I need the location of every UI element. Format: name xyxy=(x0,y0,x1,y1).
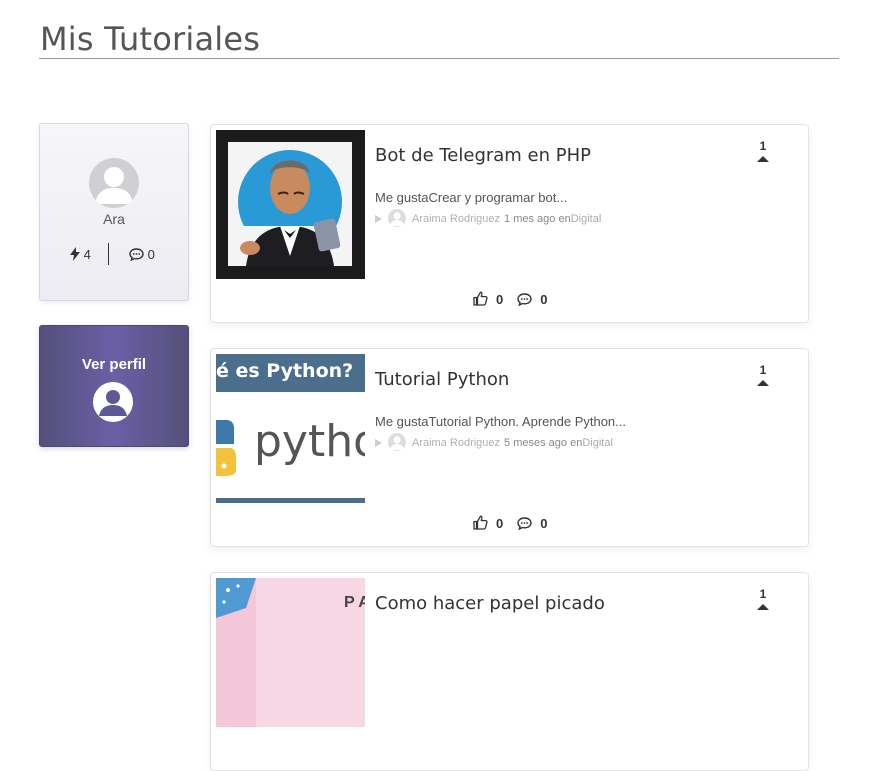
post-category[interactable]: Digital xyxy=(571,213,602,225)
view-profile-button[interactable]: Ver perfil xyxy=(39,325,189,447)
author-avatar[interactable] xyxy=(388,433,406,451)
vote-count: 1 xyxy=(759,587,767,601)
post-thumbnail[interactable]: é es Python? pytho xyxy=(216,354,365,503)
caret-up-icon[interactable] xyxy=(757,604,769,610)
thumbs-up-icon[interactable] xyxy=(473,515,496,531)
title-divider xyxy=(39,58,839,59)
post-title[interactable]: Como hacer papel picado xyxy=(375,593,605,614)
thumbnail-heading: é es Python? xyxy=(216,360,354,382)
comment-count: 0 xyxy=(540,516,548,531)
comment-icon[interactable] xyxy=(517,516,540,531)
caret-up-icon[interactable] xyxy=(757,380,769,386)
points-stat: 4 xyxy=(70,247,91,262)
like-count: 0 xyxy=(496,516,504,531)
avatar[interactable] xyxy=(89,158,139,208)
vote-count: 1 xyxy=(759,363,767,377)
profile-name[interactable]: Ara xyxy=(40,211,188,227)
caret-up-icon[interactable] xyxy=(757,156,769,162)
comment-icon xyxy=(129,247,148,262)
play-icon xyxy=(375,215,382,223)
post-thumbnail[interactable] xyxy=(216,130,365,279)
like-count: 0 xyxy=(496,292,504,307)
post-time: 5 meses ago en xyxy=(504,436,583,449)
author-name[interactable]: Araima Rodriguez xyxy=(412,213,500,225)
vote-count: 1 xyxy=(759,139,767,153)
profile-card: Ara 4 0 xyxy=(39,123,189,301)
comment-count: 0 xyxy=(540,292,548,307)
comments-stat: 0 xyxy=(129,247,155,262)
comments-count: 0 xyxy=(147,247,155,262)
post-card[interactable]: P A Como hacer papel picado 1 xyxy=(210,572,809,771)
post-excerpt: Me gustaCrear y programar bot... xyxy=(375,190,568,205)
bolt-icon xyxy=(70,247,84,262)
points-count: 4 xyxy=(83,247,91,262)
vote-widget: 1 xyxy=(757,139,769,162)
post-card[interactable]: Bot de Telegram en PHP Me gustaCrear y p… xyxy=(210,124,809,323)
thumbnail-logo-text: pytho xyxy=(254,416,365,467)
page-title: Mis Tutoriales xyxy=(40,20,261,58)
post-category[interactable]: Digital xyxy=(582,437,613,449)
post-card[interactable]: é es Python? pytho Tutorial Python Me gu… xyxy=(210,348,809,547)
author-avatar[interactable] xyxy=(388,209,406,227)
thumbnail-text: P A xyxy=(344,594,365,611)
vote-widget: 1 xyxy=(757,587,769,610)
play-icon xyxy=(375,439,382,447)
post-meta: Araima Rodriguez 1 mes ago enDigital xyxy=(375,209,602,230)
post-actions: 00 xyxy=(473,515,547,531)
profile-stats: 4 0 xyxy=(40,243,188,267)
post-excerpt: Me gustaTutorial Python. Aprende Python.… xyxy=(375,414,626,429)
stats-divider xyxy=(108,243,109,265)
post-time: 1 mes ago en xyxy=(504,212,571,225)
post-title[interactable]: Bot de Telegram en PHP xyxy=(375,145,591,166)
vote-widget: 1 xyxy=(757,363,769,386)
thumbs-up-icon[interactable] xyxy=(473,291,496,307)
view-profile-label: Ver perfil xyxy=(81,356,147,373)
author-name[interactable]: Araima Rodriguez xyxy=(412,437,500,449)
post-title[interactable]: Tutorial Python xyxy=(375,369,509,390)
post-actions: 00 xyxy=(473,291,547,307)
post-thumbnail[interactable]: P A xyxy=(216,578,365,727)
comment-icon[interactable] xyxy=(517,292,540,307)
user-circle-icon xyxy=(93,382,133,422)
post-meta: Araima Rodriguez 5 meses ago enDigital xyxy=(375,433,613,454)
